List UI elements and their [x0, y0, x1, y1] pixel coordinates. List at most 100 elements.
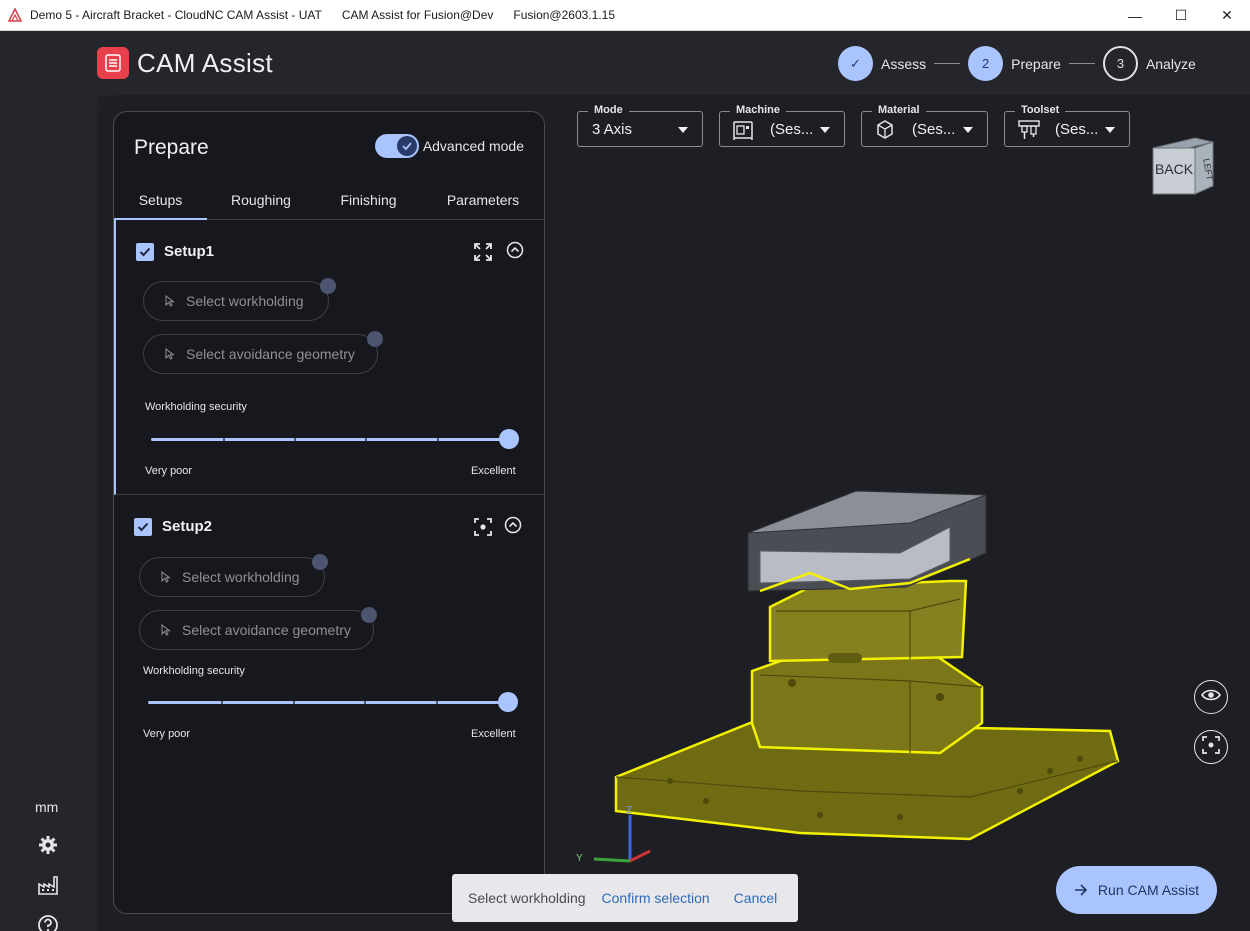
- visibility-toggle-button[interactable]: [1194, 680, 1228, 714]
- tab-setups[interactable]: Setups: [114, 180, 207, 220]
- collapse-chevron-icon[interactable]: [505, 240, 525, 260]
- select-workholding-button[interactable]: Select workholding: [139, 554, 328, 597]
- slider-min-label: Very poor: [143, 728, 191, 740]
- axis-y-label: Y: [576, 853, 583, 864]
- slider-thumb[interactable]: [498, 692, 518, 712]
- confirm-selection-button[interactable]: Confirm selection: [602, 890, 710, 906]
- unit-label[interactable]: mm: [35, 799, 58, 815]
- machine-value: (Ses...: [770, 121, 814, 138]
- machine-dropdown[interactable]: Machine (Ses...: [719, 104, 845, 147]
- step-analyze-marker[interactable]: 3: [1102, 46, 1138, 81]
- left-sidebar: mm: [0, 95, 97, 931]
- prepare-panel: Prepare Advanced mode Setups Roughing Fi…: [113, 111, 545, 914]
- slider-track: [151, 438, 509, 441]
- slider-track: [148, 701, 506, 704]
- setup2-checkbox[interactable]: [134, 518, 152, 536]
- maximize-button[interactable]: ☐: [1158, 0, 1204, 31]
- step-divider: [1068, 63, 1095, 64]
- part-3d-viewport[interactable]: [610, 461, 1130, 846]
- cursor-icon: [164, 348, 176, 360]
- window-titlebar: Demo 5 - Aircraft Bracket - CloudNC CAM …: [0, 0, 1250, 31]
- toolset-icon: [1017, 119, 1041, 146]
- count-badge: [361, 607, 377, 623]
- mode-dropdown[interactable]: Mode 3 Axis: [577, 104, 703, 147]
- cursor-icon: [160, 571, 172, 583]
- collapse-chevron-icon[interactable]: [503, 515, 523, 535]
- brand-logo-icon: [97, 47, 129, 79]
- workholding-security-slider[interactable]: [151, 429, 521, 451]
- fit-view-button[interactable]: [1194, 730, 1228, 764]
- workholding-security-slider[interactable]: [148, 692, 518, 714]
- advanced-mode-toggle[interactable]: Advanced mode: [374, 134, 524, 158]
- slider-max-label: Excellent: [471, 728, 516, 740]
- tab-parameters[interactable]: Parameters: [422, 180, 544, 219]
- slider-thumb[interactable]: [499, 429, 519, 449]
- slider-max-label: Excellent: [471, 465, 516, 477]
- step-analyze-label[interactable]: Analyze: [1146, 56, 1196, 72]
- window-title: Demo 5 - Aircraft Bracket - CloudNC CAM …: [30, 8, 322, 22]
- workflow-steps: ✓ Assess 2 Prepare 3 Analyze: [838, 46, 1196, 81]
- focus-target-icon[interactable]: [473, 517, 493, 537]
- tab-roughing[interactable]: Roughing: [207, 180, 315, 219]
- toggle-switch[interactable]: [374, 134, 419, 158]
- material-block-icon: [874, 119, 896, 146]
- axis-triad: Z Y: [572, 803, 662, 872]
- count-badge: [312, 554, 328, 570]
- toolset-label: Toolset: [1015, 104, 1066, 116]
- slider-tick: [364, 701, 366, 704]
- toolset-value: (Ses...: [1055, 121, 1099, 138]
- app-logo-icon: [0, 8, 30, 22]
- material-value: (Ses...: [912, 121, 956, 138]
- select-avoidance-label: Select avoidance geometry: [182, 622, 351, 638]
- minimize-button[interactable]: —: [1112, 0, 1158, 31]
- caret-down-icon: [1105, 127, 1115, 133]
- window-version: Fusion@2603.1.15: [513, 8, 615, 22]
- app-header: CAM Assist ✓ Assess 2 Prepare 3 Analyze: [0, 31, 1250, 95]
- arrow-right-icon: [1074, 884, 1088, 896]
- step-assess-marker[interactable]: ✓: [838, 46, 873, 81]
- count-badge: [320, 278, 336, 294]
- slider-tick: [365, 438, 367, 441]
- window-subtitle: CAM Assist for Fusion@Dev: [341, 8, 494, 22]
- selection-toast: Select workholding Confirm selection Can…: [452, 874, 798, 922]
- cursor-icon: [160, 624, 172, 636]
- toolset-dropdown[interactable]: Toolset (Ses...: [1004, 104, 1130, 147]
- run-cam-assist-button[interactable]: Run CAM Assist: [1056, 866, 1217, 914]
- workholding-security-label: Workholding security: [143, 665, 245, 677]
- setup-card: Setup2 Select workholding Select avoidan…: [114, 496, 544, 766]
- toast-message: Select workholding: [468, 890, 586, 906]
- select-workholding-label: Select workholding: [182, 569, 300, 585]
- slider-min-label: Very poor: [145, 465, 193, 477]
- slider-tick: [437, 438, 439, 441]
- close-button[interactable]: ✕: [1204, 0, 1250, 31]
- setup1-checkbox[interactable]: [136, 243, 154, 261]
- panel-tabs: Setups Roughing Finishing Parameters: [114, 180, 544, 220]
- tab-finishing[interactable]: Finishing: [315, 180, 422, 219]
- count-badge: [367, 331, 383, 347]
- view-cube[interactable]: BACK LEFT: [1147, 132, 1217, 203]
- setup-card: Setup1 Select workholding Select avoidan…: [114, 220, 544, 495]
- expand-icon[interactable]: [473, 242, 493, 262]
- mode-value: 3 Axis: [592, 121, 633, 138]
- factory-icon[interactable]: [37, 874, 59, 896]
- eye-icon: [1201, 688, 1221, 707]
- select-avoidance-button[interactable]: Select avoidance geometry: [139, 607, 377, 650]
- focus-target-icon: [1202, 735, 1220, 759]
- slider-tick: [221, 701, 223, 704]
- cancel-button[interactable]: Cancel: [734, 890, 778, 906]
- select-workholding-button[interactable]: Select workholding: [143, 278, 336, 321]
- panel-title: Prepare: [134, 136, 209, 159]
- step-prepare-marker[interactable]: 2: [968, 46, 1004, 81]
- material-dropdown[interactable]: Material (Ses...: [861, 104, 988, 147]
- machine-label: Machine: [730, 104, 787, 116]
- step-assess-label[interactable]: Assess: [881, 56, 926, 72]
- slider-tick: [294, 438, 296, 441]
- step-prepare-label[interactable]: Prepare: [1011, 56, 1061, 72]
- select-workholding-label: Select workholding: [186, 293, 304, 309]
- select-avoidance-button[interactable]: Select avoidance geometry: [143, 331, 383, 374]
- help-icon[interactable]: [37, 914, 59, 931]
- step-divider: [934, 63, 961, 64]
- material-label: Material: [872, 104, 926, 116]
- settings-icon[interactable]: [37, 834, 59, 856]
- viewcube-back-label[interactable]: BACK: [1155, 161, 1194, 177]
